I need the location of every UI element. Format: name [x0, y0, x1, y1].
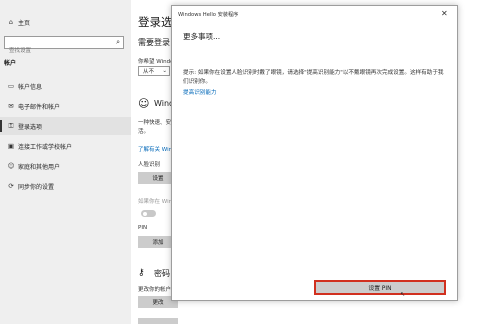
person-card-icon: ▭: [7, 82, 15, 90]
home-icon: ⌂: [8, 18, 14, 26]
key-icon: ⚷: [138, 268, 145, 278]
unlock-toggle[interactable]: [141, 210, 156, 217]
sidebar-item-label: 家庭和其他用户: [18, 163, 61, 171]
search-icon[interactable]: ⌕: [116, 38, 120, 47]
mouse-cursor-icon: ↖: [400, 291, 406, 298]
sidebar-item-label: 帐户信息: [18, 83, 43, 91]
sidebar-item-home[interactable]: ⌂ 主页: [0, 13, 131, 31]
briefcase-icon: ▣: [7, 142, 15, 150]
sync-icon: ⟳: [8, 182, 14, 190]
settings-sidebar: ⌂ 主页 ⌕ 帐户 ▭ 帐户信息 ✉ 电子邮件和帐户 ⚿ 登录选项 ▣ 连接工作…: [0, 0, 131, 324]
require-signin-text: 你希望 Windo: [138, 59, 174, 65]
search-input[interactable]: [5, 45, 113, 57]
sidebar-item-family-users[interactable]: ☺ 家庭和其他用户: [0, 157, 131, 175]
set-up-pin-button[interactable]: 设置 PIN: [314, 280, 446, 295]
settings-search[interactable]: ⌕: [4, 36, 124, 57]
dialog-title: Windows Hello 安装程序: [178, 12, 239, 18]
sidebar-item-label: 主页: [18, 19, 31, 27]
next-button-partial[interactable]: [138, 318, 178, 324]
hello-desc-line1: 一种快速、安: [138, 120, 172, 126]
hello-desc-line2: 活。: [138, 129, 150, 135]
sidebar-item-label: 连接工作或学校帐户: [18, 143, 73, 151]
close-icon[interactable]: ✕: [441, 9, 448, 18]
toggle-knob: [143, 211, 147, 216]
section-title: 帐户: [4, 60, 17, 67]
people-icon: ☺: [7, 162, 15, 170]
chevron-down-icon: ⌄: [162, 68, 167, 74]
password-desc: 更改你的帐户: [138, 287, 172, 293]
require-signin-heading: 需要登录: [138, 38, 170, 47]
sidebar-item-label: 同步你的设置: [18, 183, 55, 191]
sidebar-item-sync-settings[interactable]: ⟳ 同步你的设置: [0, 177, 131, 195]
smile-icon: ☺: [138, 97, 150, 110]
password-heading: 密码: [154, 269, 170, 278]
mail-icon: ✉: [8, 102, 14, 110]
sidebar-item-email-accounts[interactable]: ✉ 电子邮件和帐户: [0, 97, 131, 115]
sidebar-item-work-school[interactable]: ▣ 连接工作或学校帐户: [0, 137, 131, 155]
sidebar-item-sign-in-options[interactable]: ⚿ 登录选项: [0, 117, 131, 135]
improve-recognition-link[interactable]: 提高识别能力: [183, 88, 217, 96]
dialog-heading: 更多事项...: [183, 32, 221, 41]
dialog-body-text: 提示: 如果你在设置人脸识别时戴了眼镜，请选择"提高识别能力"以不戴眼镜再次完成…: [183, 70, 444, 85]
page-title: 登录选: [138, 15, 173, 29]
face-recognition-label: 人脸识别: [138, 162, 161, 168]
windows-hello-dialog: Windows Hello 安装程序 ✕ 更多事项... 提示: 如果你在设置人…: [171, 5, 458, 301]
require-signin-select[interactable]: 从不 ⌄: [138, 66, 170, 76]
sidebar-item-label: 电子邮件和帐户: [18, 103, 61, 111]
key-icon: ⚿: [8, 121, 14, 130]
sidebar-item-label: 登录选项: [18, 123, 43, 131]
select-value: 从不: [143, 69, 155, 75]
sidebar-item-account-info[interactable]: ▭ 帐户信息: [0, 77, 131, 95]
pin-label: PIN: [138, 225, 148, 231]
